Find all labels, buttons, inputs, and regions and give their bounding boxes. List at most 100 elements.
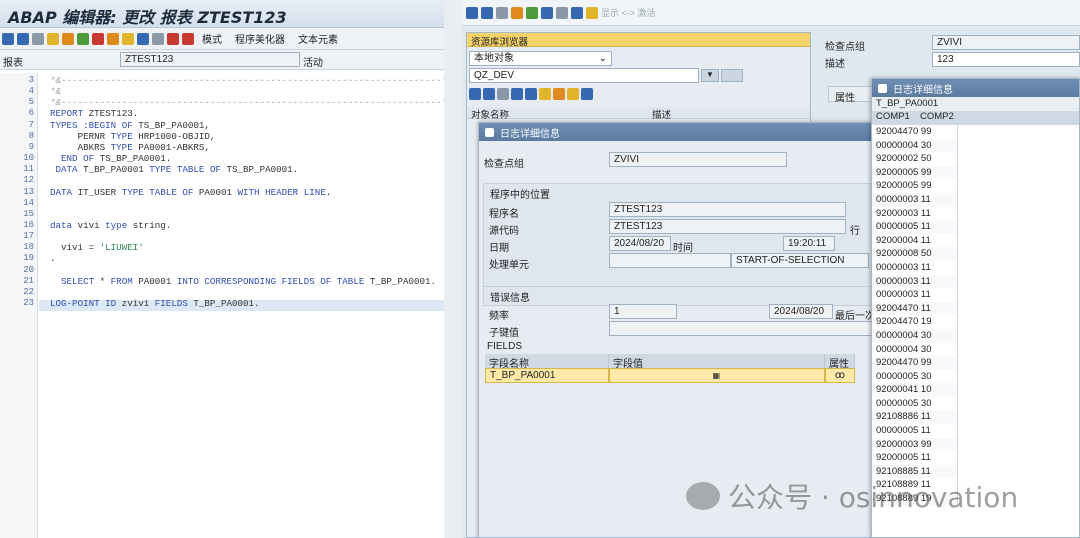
screen-icon[interactable] bbox=[556, 6, 568, 19]
table-row[interactable]: 00000003 11 bbox=[872, 274, 957, 289]
table-row[interactable]: 00000003 11 bbox=[872, 260, 957, 275]
back-icon[interactable] bbox=[469, 88, 481, 100]
code-line[interactable]: *&--------------------------------------… bbox=[50, 75, 444, 86]
field-row-name[interactable]: T_BP_PA0001 bbox=[485, 368, 609, 383]
code-line[interactable]: *&--------------------------------------… bbox=[50, 97, 444, 108]
code-line[interactable]: TYPES :BEGIN OF TS_BP_PA0001, bbox=[50, 120, 210, 131]
table-row[interactable]: 92108886 11 bbox=[872, 410, 957, 425]
code-line[interactable]: *& bbox=[50, 86, 61, 97]
code-line[interactable]: LOG-POINT ID zvivi FIELDS T_BP_PA0001. bbox=[50, 298, 260, 309]
pretty-printer-button[interactable]: 程序美化器 bbox=[230, 31, 290, 46]
object-type-select[interactable]: 本地对象 ⌄ bbox=[469, 51, 612, 66]
where-used-icon[interactable] bbox=[92, 32, 104, 45]
table-row[interactable]: 92000005 11 bbox=[872, 451, 957, 465]
table-row[interactable]: 00000005 11 bbox=[872, 424, 957, 438]
check-icon[interactable] bbox=[47, 32, 59, 45]
object-list-icon[interactable] bbox=[541, 6, 553, 19]
glasses-icon[interactable]: ꝏ bbox=[825, 368, 855, 383]
table-row[interactable]: 92000002 50 bbox=[872, 152, 957, 166]
col-description: 描述 bbox=[652, 110, 672, 121]
display-change-icon[interactable] bbox=[496, 6, 508, 19]
table-row[interactable]: 92000004 11 bbox=[872, 233, 957, 248]
table-row[interactable]: 00000005 30 bbox=[872, 369, 957, 384]
table-row[interactable]: 00000004 30 bbox=[872, 342, 957, 357]
back-icon[interactable] bbox=[2, 32, 14, 45]
external-breakpoint-icon[interactable] bbox=[182, 32, 194, 45]
activate-icon[interactable] bbox=[511, 6, 523, 19]
up-icon[interactable] bbox=[497, 88, 509, 100]
col-object-name: 对象名称 bbox=[471, 110, 510, 121]
code-line[interactable]: . bbox=[50, 253, 56, 264]
table-row[interactable]: 92004470 99 bbox=[872, 356, 957, 370]
hierarchy-icon[interactable] bbox=[122, 32, 134, 45]
right-toolbar: 显示 <-> 激活 bbox=[462, 0, 1080, 26]
table-row[interactable]: 92000008 50 bbox=[872, 247, 957, 261]
table-row[interactable]: 00000005 11 bbox=[872, 220, 957, 234]
expand-icon[interactable] bbox=[511, 88, 523, 100]
info-icon[interactable] bbox=[152, 32, 164, 45]
activate-icon[interactable] bbox=[62, 32, 74, 45]
line-number: 14 bbox=[23, 197, 34, 208]
table-row[interactable]: 92000003 11 bbox=[872, 206, 957, 221]
forward-icon[interactable] bbox=[483, 88, 495, 100]
table-row[interactable]: 92004470 11 bbox=[872, 301, 957, 316]
find-icon[interactable] bbox=[539, 88, 551, 100]
forward-icon[interactable] bbox=[17, 32, 29, 45]
text-elements-button[interactable]: 文本元素 bbox=[293, 31, 343, 46]
user-icon[interactable] bbox=[586, 6, 598, 19]
line-number: 22 bbox=[23, 286, 34, 297]
table-icon[interactable]: ▦ bbox=[712, 371, 720, 380]
collapse-icon[interactable] bbox=[525, 88, 537, 100]
processing-unit-blank bbox=[609, 253, 731, 268]
display-button[interactable] bbox=[721, 69, 743, 82]
display-change-icon[interactable] bbox=[32, 32, 44, 45]
refresh-icon[interactable] bbox=[581, 88, 593, 100]
table-row[interactable]: 92000041 10 bbox=[872, 383, 957, 397]
code-line[interactable]: PERNR TYPE HRP1000-OBJID, bbox=[50, 131, 216, 142]
table-row[interactable]: 00000005 30 bbox=[872, 396, 957, 411]
code-line[interactable]: END OF TS_BP_PA0001. bbox=[50, 153, 171, 164]
description-label: 描述 bbox=[825, 59, 845, 70]
screen-icon[interactable] bbox=[137, 32, 149, 45]
code-line[interactable]: REPORT ZTEST123. bbox=[50, 108, 138, 119]
tree-icon[interactable] bbox=[553, 88, 565, 100]
description-field[interactable]: 123 bbox=[932, 52, 1080, 67]
mode-button[interactable]: 模式 bbox=[197, 31, 227, 46]
dropdown-button[interactable]: ▼ bbox=[701, 69, 719, 82]
subkey-field bbox=[609, 321, 875, 336]
dialog-title-bar: 日志详细信息 bbox=[479, 123, 873, 141]
package-input[interactable]: QZ_DEV bbox=[469, 68, 699, 83]
time-field: 19:20:11 bbox=[783, 236, 835, 251]
code-line[interactable]: ABKRS TYPE PA0001-ABKRS, bbox=[50, 142, 210, 153]
table-row[interactable]: 00000004 30 bbox=[872, 328, 957, 343]
line-number: 7 bbox=[28, 119, 34, 130]
breakpoint-icon[interactable] bbox=[167, 32, 179, 45]
back-icon[interactable] bbox=[466, 6, 478, 19]
code-editor[interactable]: 3 4 5 6 7 8 9 10 11 12 13 14 15 16 17 18 19 20 21 22 23 *&--… bbox=[0, 73, 444, 538]
table-row[interactable]: 92004470 99 bbox=[872, 125, 957, 139]
log-point-pane: 显示 <-> 激活 检查点组 ZVIVI 描述 123 属性 资源库浏览器 本地… bbox=[462, 0, 1080, 538]
code-line[interactable]: SELECT * FROM PA0001 INTO CORRESPONDING … bbox=[50, 276, 436, 287]
info-icon[interactable] bbox=[571, 6, 583, 19]
code-line[interactable]: vivi = 'LIUWEI' bbox=[50, 242, 144, 253]
fields-label: FIELDS bbox=[487, 341, 523, 352]
code-line[interactable]: DATA IT_USER TYPE TABLE OF PA0001 WITH H… bbox=[50, 187, 331, 198]
table-row[interactable]: 92004470 19 bbox=[872, 315, 957, 329]
object-list-icon[interactable] bbox=[107, 32, 119, 45]
forward-icon[interactable] bbox=[481, 6, 493, 19]
table-row[interactable]: 92000003 99 bbox=[872, 437, 957, 452]
code-line[interactable]: data vivi type string. bbox=[50, 220, 171, 231]
table-row[interactable]: 00000004 30 bbox=[872, 138, 957, 153]
table-row[interactable]: 00000003 11 bbox=[872, 192, 957, 207]
hierarchy-icon[interactable] bbox=[526, 6, 538, 19]
table-row[interactable]: 92000005 99 bbox=[872, 165, 957, 180]
field-row-value[interactable]: ▦ bbox=[609, 368, 825, 383]
table-row[interactable]: 92000005 99 bbox=[872, 179, 957, 193]
table-row[interactable]: 00000003 11 bbox=[872, 288, 957, 302]
window-title: ABAP 编辑器: 更改 报表 ZTEST123 bbox=[0, 0, 444, 28]
favorites-icon[interactable] bbox=[567, 88, 579, 100]
test-icon[interactable] bbox=[77, 32, 89, 45]
code-line[interactable]: DATA T_BP_PA0001 TYPE TABLE OF TS_BP_PA0… bbox=[50, 164, 299, 175]
line-number: 11 bbox=[23, 164, 34, 175]
split-divider[interactable] bbox=[444, 0, 462, 538]
